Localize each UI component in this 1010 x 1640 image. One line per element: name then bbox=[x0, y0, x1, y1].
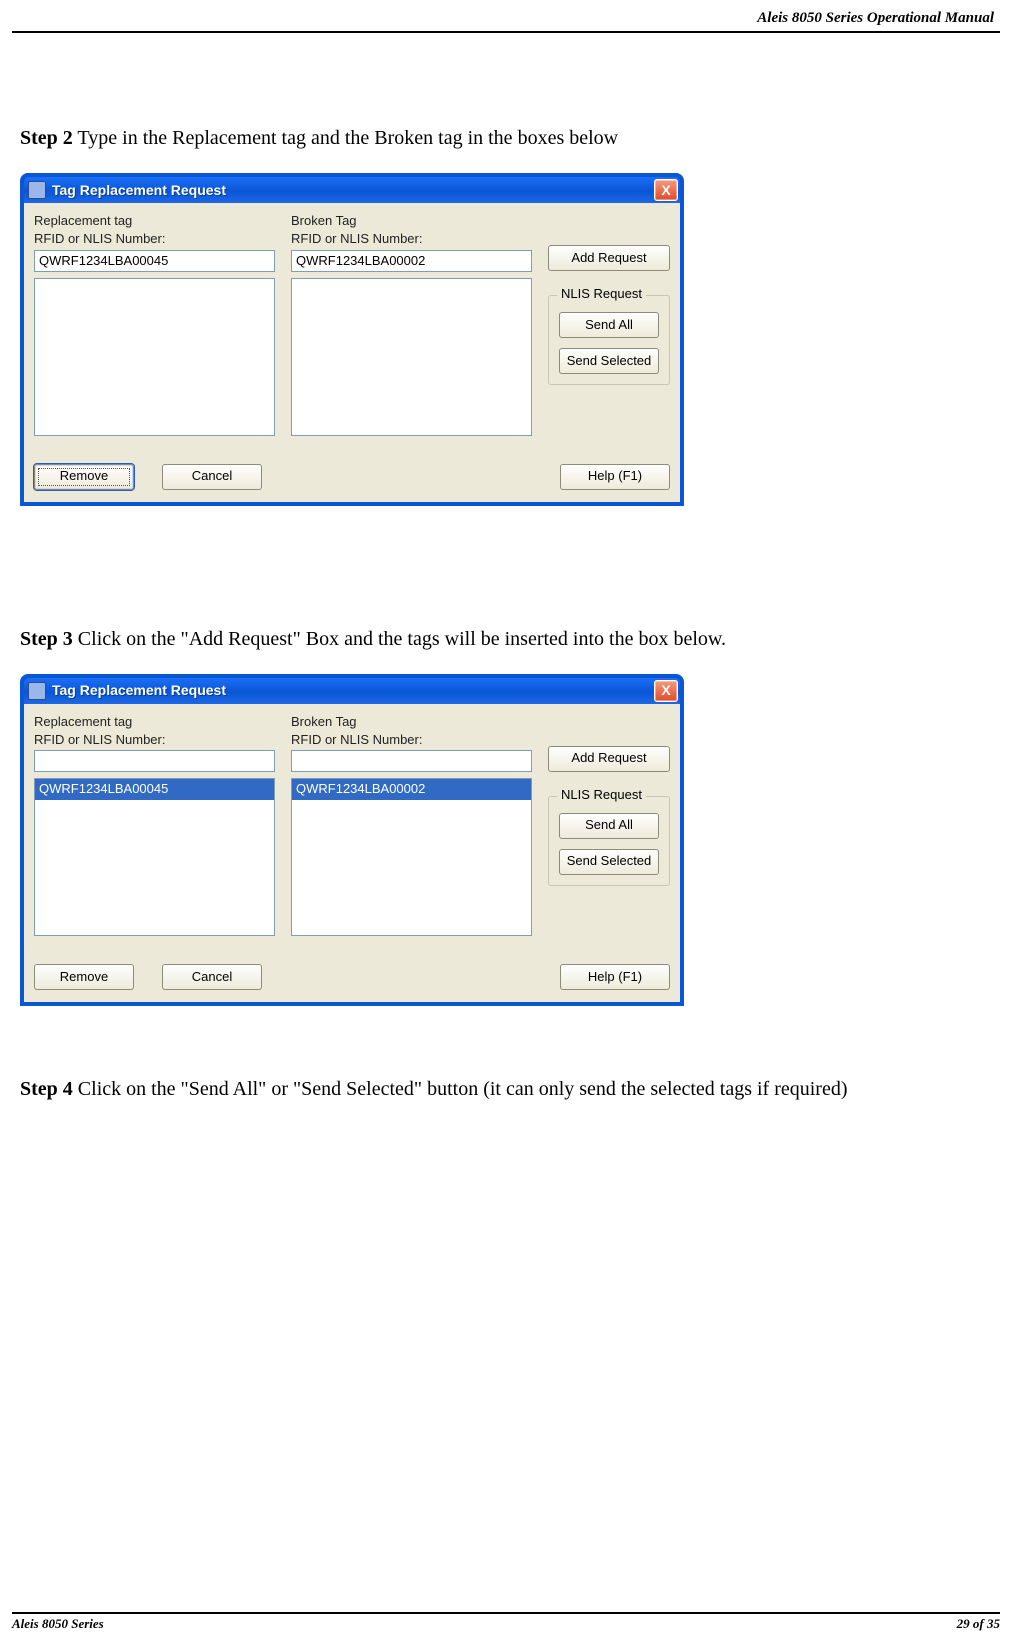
send-selected-button[interactable]: Send Selected bbox=[559, 348, 659, 374]
remove-button[interactable]: Remove bbox=[34, 964, 134, 990]
broken-label-2: RFID or NLIS Number: bbox=[291, 732, 532, 748]
step3-text: Click on the "Add Request" Box and the t… bbox=[73, 628, 726, 650]
replacement-listbox[interactable]: QWRF1234LBA00045 bbox=[34, 778, 275, 936]
broken-label-1: Broken Tag bbox=[291, 213, 532, 229]
remove-button[interactable]: Remove bbox=[34, 464, 134, 490]
window-title: Tag Replacement Request bbox=[52, 181, 654, 199]
add-request-button[interactable]: Add Request bbox=[548, 746, 670, 772]
replacement-label-1: Replacement tag bbox=[34, 714, 275, 730]
send-all-button[interactable]: Send All bbox=[559, 312, 659, 338]
list-item[interactable]: QWRF1234LBA00002 bbox=[292, 779, 531, 800]
nlis-request-legend: NLIS Request bbox=[557, 286, 646, 303]
footer-rule bbox=[12, 1612, 1000, 1614]
window-title: Tag Replacement Request bbox=[52, 681, 654, 699]
help-button[interactable]: Help (F1) bbox=[560, 464, 670, 490]
footer-left: Aleis 8050 Series bbox=[12, 1616, 104, 1632]
replacement-label-2: RFID or NLIS Number: bbox=[34, 732, 275, 748]
step4-text: Click on the "Send All" or "Send Selecte… bbox=[73, 1078, 848, 1100]
app-icon bbox=[28, 682, 46, 700]
send-all-button[interactable]: Send All bbox=[559, 813, 659, 839]
broken-label-2: RFID or NLIS Number: bbox=[291, 231, 532, 247]
cancel-button[interactable]: Cancel bbox=[162, 964, 262, 990]
broken-input[interactable] bbox=[291, 250, 532, 272]
broken-listbox[interactable] bbox=[291, 278, 532, 436]
cancel-button[interactable]: Cancel bbox=[162, 464, 262, 490]
titlebar: Tag Replacement Request X bbox=[24, 177, 680, 203]
replacement-listbox[interactable] bbox=[34, 278, 275, 436]
replacement-label-1: Replacement tag bbox=[34, 213, 275, 229]
step2-bold: Step 2 bbox=[20, 127, 73, 149]
list-item[interactable]: QWRF1234LBA00045 bbox=[35, 779, 274, 800]
step2-line: Step 2 Type in the Replacement tag and t… bbox=[20, 125, 992, 151]
close-icon[interactable]: X bbox=[654, 680, 678, 702]
step3-bold: Step 3 bbox=[20, 628, 73, 650]
help-button[interactable]: Help (F1) bbox=[560, 964, 670, 990]
replacement-input[interactable] bbox=[34, 750, 275, 772]
step3-line: Step 3 Click on the "Add Request" Box an… bbox=[20, 626, 992, 652]
step4-line: Step 4 Click on the "Send All" or "Send … bbox=[20, 1076, 992, 1102]
broken-label-1: Broken Tag bbox=[291, 714, 532, 730]
nlis-request-legend: NLIS Request bbox=[557, 787, 646, 804]
close-icon[interactable]: X bbox=[654, 179, 678, 201]
step4-bold: Step 4 bbox=[20, 1078, 73, 1100]
broken-listbox[interactable]: QWRF1234LBA00002 bbox=[291, 778, 532, 936]
step2-text: Type in the Replacement tag and the Brok… bbox=[73, 127, 618, 149]
page-header-right: Aleis 8050 Series Operational Manual bbox=[12, 10, 1000, 27]
add-request-button[interactable]: Add Request bbox=[548, 245, 670, 271]
replacement-label-2: RFID or NLIS Number: bbox=[34, 231, 275, 247]
send-selected-button[interactable]: Send Selected bbox=[559, 849, 659, 875]
dialog-screenshot-2: Tag Replacement Request X Replacement ta… bbox=[20, 674, 684, 1007]
footer-right: 29 of 35 bbox=[957, 1616, 1000, 1632]
app-icon bbox=[28, 181, 46, 199]
replacement-input[interactable] bbox=[34, 250, 275, 272]
dialog-screenshot-1: Tag Replacement Request X Replacement ta… bbox=[20, 173, 684, 506]
broken-input[interactable] bbox=[291, 750, 532, 772]
titlebar: Tag Replacement Request X bbox=[24, 678, 680, 704]
